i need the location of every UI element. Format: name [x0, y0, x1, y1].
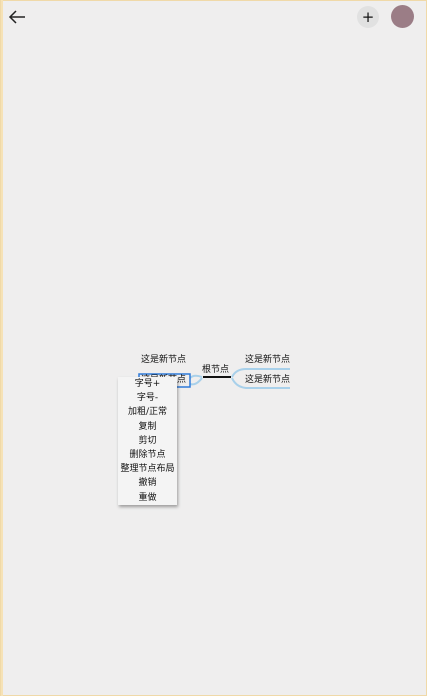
context-menu: 字号+ 字号- 加粗/正常 复制 剪切 删除节点 整理节点布局 撤销 重做	[118, 377, 177, 505]
left-node-upper[interactable]: 这是新节点	[141, 355, 186, 366]
menu-item-font-decrease[interactable]: 字号-	[118, 391, 177, 405]
menu-item-copy[interactable]: 复制	[118, 420, 177, 434]
right-node-upper[interactable]: 这是新节点	[245, 355, 290, 366]
left-edge-upper	[189, 374, 203, 379]
left-edge-lower	[189, 377, 203, 386]
menu-item-redo[interactable]: 重做	[118, 491, 177, 505]
menu-item-arrange-layout[interactable]: 整理节点布局	[118, 462, 177, 476]
menu-item-font-increase[interactable]: 字号+	[118, 377, 177, 391]
menu-item-bold-toggle[interactable]: 加粗/正常	[118, 405, 177, 419]
mindmap-edges	[138, 368, 290, 389]
menu-item-delete-node[interactable]: 删除节点	[118, 448, 177, 462]
root-node[interactable]: 根节点	[202, 365, 229, 376]
menu-item-undo[interactable]: 撤销	[118, 476, 177, 490]
right-node-lower[interactable]: 这是新节点	[245, 375, 290, 386]
menu-item-cut[interactable]: 剪切	[118, 434, 177, 448]
